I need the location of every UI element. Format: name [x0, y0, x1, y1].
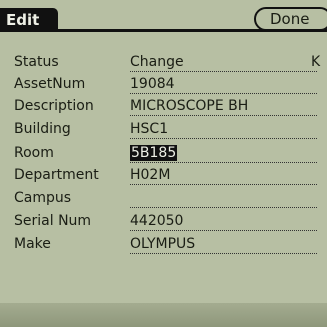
campus-field[interactable] — [130, 189, 317, 208]
field-row-building: Building HSC1 — [0, 118, 327, 140]
description-label: Description — [14, 98, 94, 114]
room-selected-text: 5B185 — [130, 145, 178, 161]
status-trailing-text: K — [311, 54, 321, 70]
status-value[interactable]: Change — [130, 53, 317, 72]
building-field[interactable]: HSC1 — [130, 120, 317, 139]
field-row-make: Make OLYMPUS — [0, 233, 327, 255]
description-field[interactable]: MICROSCOPE BH — [130, 97, 317, 116]
assetnum-label: AssetNum — [14, 76, 86, 92]
field-row-serial: Serial Num 442050 — [0, 210, 327, 232]
serial-num-field[interactable]: 442050 — [130, 212, 317, 231]
field-row-room: Room 5B185 — [0, 142, 327, 164]
department-field[interactable]: H02M — [130, 166, 317, 185]
department-label: Department — [14, 167, 99, 183]
campus-label: Campus — [14, 190, 72, 206]
field-row-department: Department H02M — [0, 164, 327, 186]
bottom-strip — [0, 303, 327, 327]
make-label: Make — [14, 236, 51, 252]
serial-num-label: Serial Num — [14, 213, 92, 229]
assetnum-field[interactable]: 19084 — [130, 75, 317, 94]
field-row-assetnum: AssetNum 19084 — [0, 73, 327, 95]
field-row-campus: Campus — [0, 187, 327, 209]
status-row: Status Change K — [0, 51, 327, 73]
done-button[interactable]: Done — [254, 7, 327, 31]
field-row-description: Description MICROSCOPE BH — [0, 95, 327, 117]
room-field[interactable]: 5B185 — [130, 144, 317, 163]
make-field[interactable]: OLYMPUS — [130, 235, 317, 254]
room-label: Room — [14, 145, 54, 161]
status-label: Status — [14, 54, 59, 70]
edit-screen: Edit Done Status Change K AssetNum 19084… — [0, 0, 327, 327]
building-label: Building — [14, 121, 71, 137]
